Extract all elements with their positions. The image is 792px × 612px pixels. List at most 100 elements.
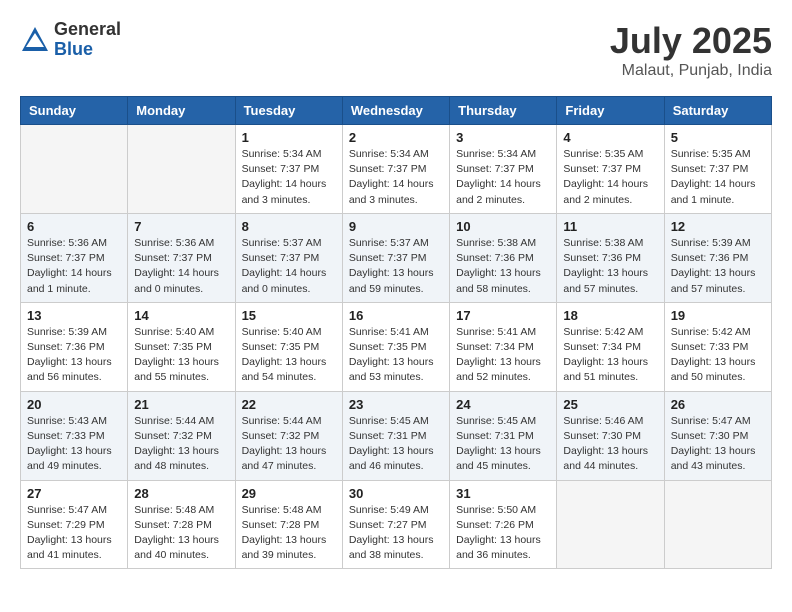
logo-general-text: General [54,20,121,40]
logo-blue-text: Blue [54,40,121,60]
calendar-week-row: 6 Sunrise: 5:36 AMSunset: 7:37 PMDaylight… [21,213,772,302]
day-number: 21 [134,397,228,412]
calendar-day-cell: 21Sunrise: 5:44 AMSunset: 7:32 PMDayligh… [128,391,235,480]
day-info: Sunrise: 5:41 AMSunset: 7:35 PMDaylight:… [349,325,443,386]
calendar-day-cell: 11 Sunrise: 5:38 AMSunset: 7:36 PMDayligh… [557,213,664,302]
calendar-day-cell: 1 Sunrise: 5:34 AMSunset: 7:37 PMDaylight… [235,125,342,214]
day-info: Sunrise: 5:38 AMSunset: 7:36 PMDaylight:… [563,236,657,297]
day-number: 24 [456,397,550,412]
calendar-day-cell: 18 Sunrise: 5:42 AMSunset: 7:34 PMDayligh… [557,302,664,391]
day-info: Sunrise: 5:38 AMSunset: 7:36 PMDaylight:… [456,236,550,297]
day-info: Sunrise: 5:35 AMSunset: 7:37 PMDaylight:… [671,147,765,208]
day-number: 29 [242,486,336,501]
calendar-day-cell: 23 Sunrise: 5:45 AMSunset: 7:31 PMDayligh… [342,391,449,480]
day-number: 10 [456,219,550,234]
day-number: 3 [456,130,550,145]
calendar-week-row: 27 Sunrise: 5:47 AMSunset: 7:29 PMDayligh… [21,480,772,569]
day-number: 14 [134,308,228,323]
day-number: 11 [563,219,657,234]
day-number: 26 [671,397,765,412]
day-number: 27 [27,486,121,501]
day-info: Sunrise: 5:37 AMSunset: 7:37 PMDaylight:… [242,236,336,297]
calendar-day-cell: 5Sunrise: 5:35 AMSunset: 7:37 PMDaylight… [664,125,771,214]
day-info: Sunrise: 5:47 AMSunset: 7:29 PMDaylight:… [27,503,121,564]
calendar-day-cell: 27 Sunrise: 5:47 AMSunset: 7:29 PMDayligh… [21,480,128,569]
day-info: Sunrise: 5:34 AMSunset: 7:37 PMDaylight:… [242,147,336,208]
calendar-day-cell: 9 Sunrise: 5:37 AMSunset: 7:37 PMDaylight… [342,213,449,302]
day-info: Sunrise: 5:42 AMSunset: 7:34 PMDaylight:… [563,325,657,386]
day-number: 1 [242,130,336,145]
month-title: July 2025 [610,20,772,62]
day-number: 2 [349,130,443,145]
calendar-day-cell: 24 Sunrise: 5:45 AMSunset: 7:31 PMDayligh… [450,391,557,480]
calendar-day-cell: 28 Sunrise: 5:48 AMSunset: 7:28 PMDayligh… [128,480,235,569]
day-number: 16 [349,308,443,323]
day-of-week-header: Tuesday [235,97,342,125]
day-number: 18 [563,308,657,323]
day-info: Sunrise: 5:36 AMSunset: 7:37 PMDaylight:… [134,236,228,297]
day-number: 19 [671,308,765,323]
day-info: Sunrise: 5:34 AMSunset: 7:37 PMDaylight:… [349,147,443,208]
day-info: Sunrise: 5:45 AMSunset: 7:31 PMDaylight:… [349,414,443,475]
day-info: Sunrise: 5:47 AMSunset: 7:30 PMDaylight:… [671,414,765,475]
day-number: 23 [349,397,443,412]
calendar-day-cell [128,125,235,214]
day-number: 8 [242,219,336,234]
day-info: Sunrise: 5:34 AMSunset: 7:37 PMDaylight:… [456,147,550,208]
calendar-day-cell: 29 Sunrise: 5:48 AMSunset: 7:28 PMDayligh… [235,480,342,569]
calendar-day-cell: 8 Sunrise: 5:37 AMSunset: 7:37 PMDaylight… [235,213,342,302]
day-number: 17 [456,308,550,323]
calendar-day-cell: 4 Sunrise: 5:35 AMSunset: 7:37 PMDaylight… [557,125,664,214]
calendar-week-row: 13 Sunrise: 5:39 AMSunset: 7:36 PMDayligh… [21,302,772,391]
day-of-week-header: Monday [128,97,235,125]
day-info: Sunrise: 5:36 AMSunset: 7:37 PMDaylight:… [27,236,121,297]
logo: General Blue [20,20,121,60]
calendar-day-cell: 26 Sunrise: 5:47 AMSunset: 7:30 PMDayligh… [664,391,771,480]
day-number: 15 [242,308,336,323]
day-of-week-header: Thursday [450,97,557,125]
calendar-day-cell: 2 Sunrise: 5:34 AMSunset: 7:37 PMDaylight… [342,125,449,214]
day-of-week-header: Wednesday [342,97,449,125]
calendar-day-cell: 31Sunrise: 5:50 AMSunset: 7:26 PMDayligh… [450,480,557,569]
calendar-day-cell: 13 Sunrise: 5:39 AMSunset: 7:36 PMDayligh… [21,302,128,391]
day-number: 6 [27,219,121,234]
calendar-day-cell: 20Sunrise: 5:43 AMSunset: 7:33 PMDayligh… [21,391,128,480]
calendar-day-cell: 14Sunrise: 5:40 AMSunset: 7:35 PMDayligh… [128,302,235,391]
day-of-week-header: Sunday [21,97,128,125]
day-number: 9 [349,219,443,234]
day-info: Sunrise: 5:35 AMSunset: 7:37 PMDaylight:… [563,147,657,208]
calendar-header-row: SundayMondayTuesdayWednesdayThursdayFrid… [21,97,772,125]
location-text: Malaut, Punjab, India [610,62,772,80]
calendar-week-row: 20Sunrise: 5:43 AMSunset: 7:33 PMDayligh… [21,391,772,480]
day-info: Sunrise: 5:46 AMSunset: 7:30 PMDaylight:… [563,414,657,475]
day-info: Sunrise: 5:45 AMSunset: 7:31 PMDaylight:… [456,414,550,475]
calendar-day-cell [21,125,128,214]
calendar-day-cell: 22Sunrise: 5:44 AMSunset: 7:32 PMDayligh… [235,391,342,480]
calendar-day-cell: 25 Sunrise: 5:46 AMSunset: 7:30 PMDayligh… [557,391,664,480]
calendar-day-cell: 7 Sunrise: 5:36 AMSunset: 7:37 PMDaylight… [128,213,235,302]
day-number: 4 [563,130,657,145]
day-of-week-header: Saturday [664,97,771,125]
day-number: 20 [27,397,121,412]
calendar-day-cell: 6 Sunrise: 5:36 AMSunset: 7:37 PMDaylight… [21,213,128,302]
day-number: 31 [456,486,550,501]
day-info: Sunrise: 5:48 AMSunset: 7:28 PMDaylight:… [242,503,336,564]
day-number: 25 [563,397,657,412]
day-number: 28 [134,486,228,501]
calendar-day-cell: 3 Sunrise: 5:34 AMSunset: 7:37 PMDaylight… [450,125,557,214]
day-info: Sunrise: 5:37 AMSunset: 7:37 PMDaylight:… [349,236,443,297]
day-number: 7 [134,219,228,234]
calendar-day-cell: 30Sunrise: 5:49 AMSunset: 7:27 PMDayligh… [342,480,449,569]
day-info: Sunrise: 5:39 AMSunset: 7:36 PMDaylight:… [27,325,121,386]
calendar-day-cell: 15Sunrise: 5:40 AMSunset: 7:35 PMDayligh… [235,302,342,391]
day-number: 22 [242,397,336,412]
day-info: Sunrise: 5:41 AMSunset: 7:34 PMDaylight:… [456,325,550,386]
day-number: 30 [349,486,443,501]
calendar-day-cell [557,480,664,569]
day-of-week-header: Friday [557,97,664,125]
day-number: 13 [27,308,121,323]
calendar-day-cell: 10 Sunrise: 5:38 AMSunset: 7:36 PMDayligh… [450,213,557,302]
calendar-day-cell: 16 Sunrise: 5:41 AMSunset: 7:35 PMDayligh… [342,302,449,391]
calendar-day-cell: 12Sunrise: 5:39 AMSunset: 7:36 PMDayligh… [664,213,771,302]
day-info: Sunrise: 5:48 AMSunset: 7:28 PMDaylight:… [134,503,228,564]
